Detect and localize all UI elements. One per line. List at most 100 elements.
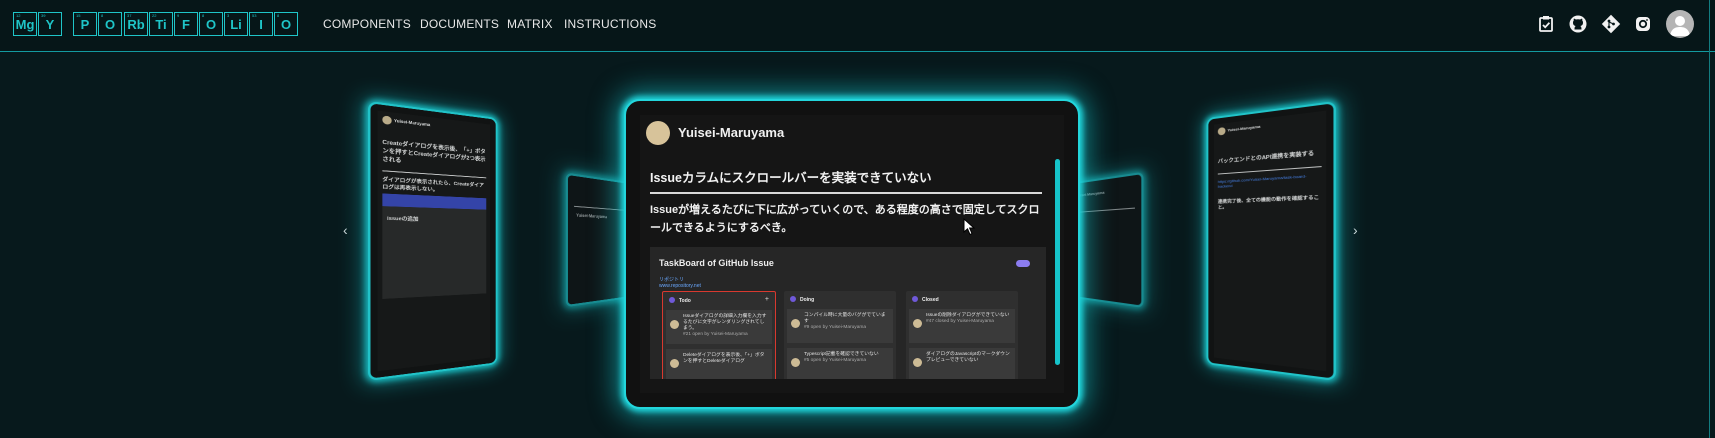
element-symbol: O bbox=[205, 17, 217, 32]
git-icon[interactable] bbox=[1601, 14, 1621, 34]
task-text: Issueの削除ダイアログができていない #47 closed by Yuise… bbox=[926, 313, 1010, 324]
github-icon[interactable] bbox=[1568, 14, 1588, 34]
carousel-card-active[interactable]: Yuisei-Maruyama Issueカラムにスクロールバーを実装できていな… bbox=[624, 99, 1080, 409]
task-text: Typescript記載を確認できていない #5 open by Yuisei-… bbox=[804, 352, 879, 363]
card-screenshot: TaskBoard of GitHub Issue リポジトリ www.repo… bbox=[650, 247, 1046, 379]
element-symbol: Ti bbox=[155, 17, 167, 32]
logo-element-tile: 8O bbox=[274, 12, 298, 36]
divider bbox=[1073, 207, 1135, 214]
card-scrollbar-thumb[interactable] bbox=[1055, 159, 1060, 365]
task-card: コンパイル時に大量のバグがでています #9 open by Yuisei-Mar… bbox=[787, 309, 893, 343]
card-scrollbar[interactable] bbox=[1055, 159, 1060, 365]
carousel-card-far-left[interactable]: Yuisei-Maruyama bbox=[565, 172, 633, 308]
nav-documents[interactable]: DOCUMENTS bbox=[420, 17, 499, 31]
element-symbol: Mg bbox=[15, 17, 35, 32]
task-card: ダイアログのJavascriptのマークダウンプレビューできていない bbox=[909, 348, 1015, 379]
card-inner: Yuisei-Maruyama Issueカラムにスクロールバーを実装できていな… bbox=[640, 115, 1064, 393]
column-title: Todo bbox=[679, 298, 691, 304]
column-doing: Doing コンパイル時に大量のバグがでています #9 open by Yuis… bbox=[784, 291, 896, 379]
card-author: Yuisei-Maruyama bbox=[1076, 189, 1105, 198]
column-title: Closed bbox=[922, 297, 939, 303]
column-header: Closed bbox=[912, 296, 939, 303]
nav-matrix[interactable]: MATRIX bbox=[507, 17, 553, 31]
task-avatar bbox=[791, 358, 800, 367]
divider bbox=[574, 205, 629, 212]
card-carousel: ‹ › Yuisei-Maruyama Yuisei-Maruyama Yuis… bbox=[0, 52, 1708, 438]
task-avatar bbox=[670, 359, 679, 368]
card-issue-body: Issueが増えるたびに下に広がっていくので、ある程度の高さで固定してスクロール… bbox=[650, 204, 1040, 234]
nav-instructions[interactable]: INSTRUCTIONS bbox=[564, 17, 656, 31]
clipboard-check-icon[interactable] bbox=[1536, 14, 1556, 34]
title-divider bbox=[650, 192, 1042, 194]
column-header: Doing bbox=[790, 296, 815, 303]
card-author: Yuisei-Maruyama bbox=[1227, 123, 1261, 133]
card-screenshot: Issueの追加 bbox=[382, 193, 487, 299]
logo-element-tile: 39 Y bbox=[38, 12, 62, 36]
card-author: Yuisei-Maruyama bbox=[576, 212, 608, 220]
column-icon bbox=[790, 296, 796, 302]
element-symbol: O bbox=[280, 17, 292, 32]
screenshot-panel-title: Issueの追加 bbox=[387, 215, 419, 223]
card-inner: Yuisei-Maruyama バックエンドとのAPI連携を実装する https… bbox=[1214, 110, 1327, 372]
author-avatar bbox=[1217, 127, 1226, 136]
column-icon bbox=[912, 296, 918, 302]
carousel-next-button[interactable]: › bbox=[1353, 222, 1358, 238]
task-text: ダイアログのJavascriptのマークダウンプレビューできていない bbox=[926, 352, 1010, 363]
author-avatar bbox=[382, 115, 392, 125]
task-card: Issueダイアログの詳細入力欄を入力するたびに文字がレンダリングされてしまう。… bbox=[666, 310, 772, 344]
card-issue-title: Issueカラムにスクロールバーを実装できていない bbox=[650, 171, 932, 185]
right-edge-rule bbox=[1709, 0, 1710, 438]
element-symbol: Rb bbox=[127, 17, 145, 32]
instagram-icon[interactable] bbox=[1633, 14, 1653, 34]
logo-element-tile: 22 Ti bbox=[149, 12, 173, 36]
element-symbol: O bbox=[104, 17, 116, 32]
logo-element-tile: 8O bbox=[199, 12, 223, 36]
element-symbol: F bbox=[182, 17, 190, 32]
carousel-prev-button[interactable]: ‹ bbox=[343, 222, 348, 238]
mouse-cursor-icon bbox=[963, 218, 975, 236]
column-icon bbox=[669, 297, 675, 303]
column-title: Doing bbox=[800, 297, 815, 303]
app-header: 12 Mg 39 Y 15 P 8 O 37 Rb 22 Ti 9 F 8 O 3 Li 53 I 8 O COMPONE… bbox=[0, 0, 1715, 52]
task-text: Deleteダイアログを表示後、「+」ボタンを押すとDeleteダイアログ bbox=[683, 353, 765, 364]
element-symbol: Y bbox=[45, 17, 55, 32]
element-symbol: P bbox=[80, 17, 90, 32]
logo-element-tile: 15 P bbox=[73, 12, 97, 36]
card-inner: Yuisei-Maruyama Createダイアログを表示後、「+」ボタンを押… bbox=[377, 110, 491, 372]
dark-mode-toggle bbox=[1016, 260, 1030, 267]
task-avatar bbox=[791, 319, 800, 328]
task-card: Deleteダイアログを表示後、「+」ボタンを押すとDeleteダイアログ bbox=[666, 349, 772, 379]
carousel-card-left[interactable]: Yuisei-Maruyama Createダイアログを表示後、「+」ボタンを押… bbox=[368, 100, 498, 381]
element-symbol: Li bbox=[230, 17, 242, 32]
task-card: Typescript記載を確認できていない #5 open by Yuisei-… bbox=[787, 348, 893, 379]
column-header: Todo bbox=[669, 297, 691, 304]
screenshot-appbar bbox=[382, 193, 487, 210]
logo-element-tile: 12 Mg bbox=[13, 12, 37, 36]
screenshot-title: TaskBoard of GitHub Issue bbox=[659, 258, 774, 268]
card-issue-title: バックエンドとのAPI連携を実装する bbox=[1217, 150, 1315, 166]
screenshot-link-line: www.repository.net bbox=[659, 283, 701, 289]
task-avatar bbox=[670, 320, 679, 329]
card-author: Yuisei-Maruyama bbox=[393, 117, 431, 128]
card-author: Yuisei-Maruyama bbox=[678, 125, 785, 140]
logo-element-tile: 3 Li bbox=[224, 12, 248, 36]
element-symbol: I bbox=[259, 17, 263, 32]
nav-components[interactable]: COMPONENTS bbox=[323, 17, 411, 31]
column-todo: Todo + Issueダイアログの詳細入力欄を入力するたびに文字がレンダリング… bbox=[662, 291, 776, 379]
add-task-icon: + bbox=[764, 296, 769, 303]
card-issue-title: Createダイアログを表示後、「+」ボタンを押すとCreateダイアログが2つ… bbox=[382, 139, 486, 165]
logo-element-tile: 9F bbox=[174, 12, 198, 36]
logo-element-tile: 37 Rb bbox=[124, 12, 148, 36]
card-issue-link[interactable]: https://github.com/Yuisei-Maruyama/task-… bbox=[1218, 172, 1322, 188]
account-avatar-icon[interactable] bbox=[1666, 10, 1694, 38]
logo-element-tile: 53 I bbox=[249, 12, 273, 36]
logo-element-tile: 8O bbox=[98, 12, 122, 36]
task-card: Issueの削除ダイアログができていない #47 closed by Yuise… bbox=[909, 309, 1015, 343]
task-text: Issueダイアログの詳細入力欄を入力するたびに文字がレンダリングされてしまう。… bbox=[683, 314, 767, 337]
carousel-card-right[interactable]: Yuisei-Maruyama バックエンドとのAPI連携を実装する https… bbox=[1206, 100, 1336, 381]
task-text: コンパイル時に大量のバグがでています #9 open by Yuisei-Mar… bbox=[804, 313, 886, 330]
author-avatar bbox=[646, 121, 670, 145]
column-closed: Closed Issueの削除ダイアログができていない #47 closed b… bbox=[906, 291, 1018, 379]
card-issue-body: 連携完了後、全ての機能の動作を確認すること。 bbox=[1217, 195, 1320, 211]
task-avatar bbox=[913, 358, 922, 367]
